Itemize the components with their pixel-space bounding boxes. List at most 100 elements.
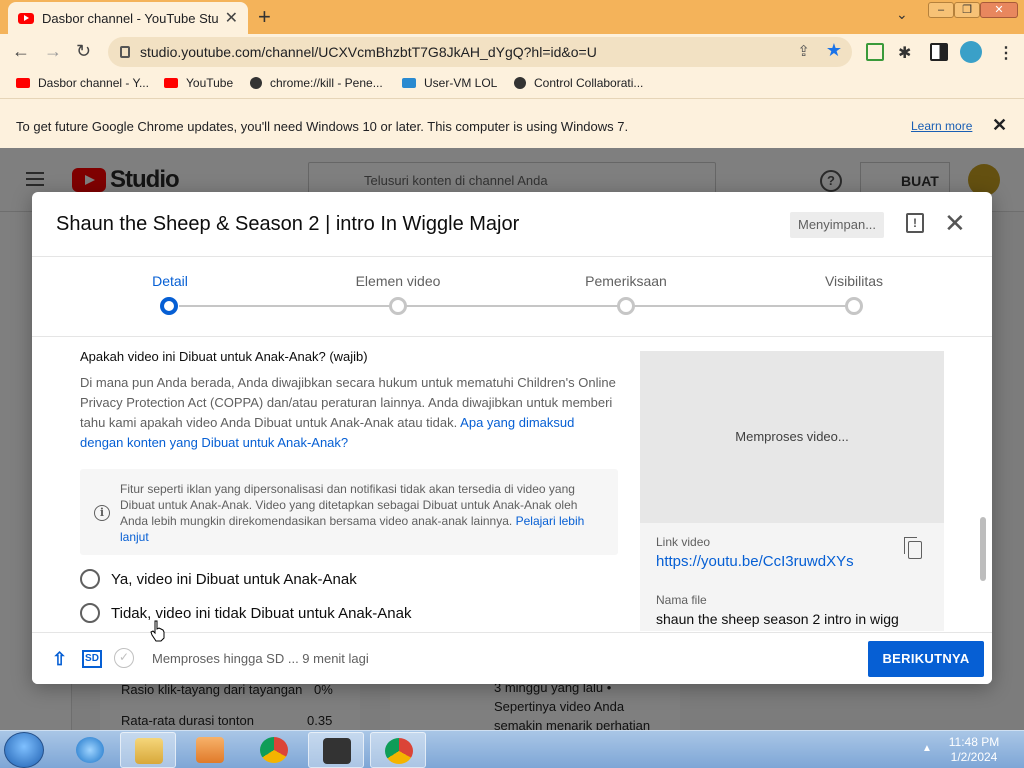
video-preview-panel: Memproses video... Link video https://yo…: [640, 351, 944, 631]
tab-close-icon[interactable]: ✕: [225, 8, 238, 28]
side-panel-icon[interactable]: [930, 43, 948, 61]
chrome-icon: [260, 737, 288, 763]
globe-icon: [514, 77, 526, 89]
infobar-message: To get future Google Chrome updates, you…: [16, 119, 629, 134]
taskbar-ie[interactable]: [62, 732, 118, 768]
radio-made-for-kids-no[interactable]: Tidak, video ini tidak Dibuat untuk Anak…: [80, 603, 411, 623]
tray-expand-icon[interactable]: ▲: [922, 743, 932, 754]
youtube-icon: [16, 78, 30, 88]
update-infobar: To get future Google Chrome updates, you…: [0, 98, 1024, 148]
back-arrow-icon[interactable]: ←: [12, 41, 30, 62]
step-dot-video-elements[interactable]: [389, 297, 407, 315]
filename-label: Nama file: [656, 593, 707, 607]
radio-label: Tidak, video ini tidak Dibuat untuk Anak…: [111, 604, 412, 622]
hand-cursor-icon: [150, 620, 165, 642]
step-detail[interactable]: Detail: [100, 273, 240, 289]
youtube-icon: [18, 12, 34, 24]
forward-arrow-icon[interactable]: →: [44, 41, 62, 62]
system-clock[interactable]: 11:48 PM 1/2/2024: [944, 735, 1004, 765]
learn-more-link[interactable]: Learn more: [911, 119, 972, 133]
bookmark-item[interactable]: YouTube: [164, 76, 233, 90]
taskbar-media[interactable]: [182, 732, 238, 768]
feedback-icon[interactable]: !: [906, 213, 924, 233]
tab-title: Dasbor channel - YouTube Studio: [42, 10, 219, 26]
step-dot-checks[interactable]: [617, 297, 635, 315]
tab-search-chevron-icon[interactable]: ⌄: [896, 6, 908, 23]
bookmark-item[interactable]: Control Collaborati...: [514, 76, 643, 90]
profile-avatar[interactable]: [960, 41, 982, 63]
minimize-button[interactable]: –: [928, 2, 954, 18]
radio-label: Ya, video ini Dibuat untuk Anak-Anak: [111, 570, 357, 588]
info-body: Fitur seperti iklan yang dipersonalisasi…: [120, 482, 578, 528]
media-player-icon: [196, 737, 224, 763]
start-button[interactable]: [4, 732, 44, 768]
new-tab-button[interactable]: +: [258, 4, 271, 30]
extensions-puzzle-icon[interactable]: ✱: [898, 43, 916, 62]
next-button[interactable]: BERIKUTNYA: [868, 641, 984, 677]
processing-progress-text: Memproses hingga SD ... 9 menit lagi: [152, 651, 369, 666]
bookmark-label: YouTube: [186, 76, 234, 90]
share-icon[interactable]: ⇪: [797, 42, 810, 60]
taskbar-chrome-window[interactable]: [370, 732, 426, 768]
stepper-line: [179, 305, 854, 307]
upload-details-dialog: Shaun the Sheep & Season 2 | intro In Wi…: [32, 192, 992, 684]
chrome-menu-icon[interactable]: ⋮: [998, 43, 1016, 62]
radio-made-for-kids-yes[interactable]: Ya, video ini Dibuat untuk Anak-Anak: [80, 569, 357, 589]
reload-icon[interactable]: ↻: [76, 41, 91, 62]
bookmark-label: chrome://kill - Pene...: [270, 76, 383, 90]
taskbar-explorer[interactable]: [120, 732, 176, 768]
info-box: i Fitur seperti iklan yang dipersonalisa…: [80, 469, 618, 555]
dialog-close-icon[interactable]: ✕: [944, 208, 966, 239]
step-video-elements[interactable]: Elemen video: [328, 273, 468, 289]
taskbar-movie-maker[interactable]: [308, 732, 364, 768]
extension-icon[interactable]: [866, 43, 884, 61]
audience-question: Apakah video ini Dibuat untuk Anak-Anak?…: [80, 349, 368, 364]
filename-value: shaun the sheep season 2 intro in wigg: [656, 611, 899, 627]
step-checks[interactable]: Pemeriksaan: [556, 273, 696, 289]
content-scrollbar[interactable]: [980, 517, 986, 581]
clock-date: 1/2/2024: [950, 750, 998, 764]
windows-taskbar: ▲ 11:48 PM 1/2/2024: [0, 730, 1024, 768]
bookmark-label: User-VM LOL: [424, 76, 498, 90]
maximize-button[interactable]: ❐: [954, 2, 980, 18]
copy-icon[interactable]: [904, 537, 922, 559]
radio-button[interactable]: [80, 603, 100, 623]
browser-tab-bar: Dasbor channel - YouTube Studio ✕ + ⌄ – …: [0, 0, 1024, 34]
window-close-button[interactable]: ✕: [980, 2, 1018, 18]
bookmark-item[interactable]: User-VM LOL: [402, 76, 497, 90]
bookmark-label: Control Collaborati...: [534, 76, 644, 90]
video-link[interactable]: https://youtu.be/CcI3ruwdXYs: [656, 553, 854, 570]
bookmark-item[interactable]: chrome://kill - Pene...: [250, 76, 383, 90]
info-text: Fitur seperti iklan yang dipersonalisasi…: [120, 481, 600, 545]
bookmark-label: Dasbor channel - Y...: [38, 76, 149, 90]
info-icon: i: [94, 505, 110, 521]
globe-icon: [250, 77, 262, 89]
monitor-icon: [402, 78, 416, 88]
check-circle-icon: ✓: [114, 648, 134, 668]
dialog-title: Shaun the Sheep & Season 2 | intro In Wi…: [56, 213, 520, 235]
dialog-content: Apakah video ini Dibuat untuk Anak-Anak?…: [32, 337, 992, 631]
processing-status: Memproses video...: [735, 429, 849, 444]
video-link-label: Link video: [656, 535, 711, 549]
film-icon: [323, 738, 351, 764]
step-dot-visibility[interactable]: [845, 297, 863, 315]
browser-tab-active[interactable]: Dasbor channel - YouTube Studio ✕: [8, 2, 248, 34]
audience-description: Di mana pun Anda berada, Anda diwajibkan…: [80, 373, 620, 453]
browser-toolbar: ← → ↻ studio.youtube.com/channel/UCXVcmB…: [0, 34, 1024, 70]
step-visibility[interactable]: Visibilitas: [784, 273, 924, 289]
address-bar[interactable]: studio.youtube.com/channel/UCXVcmBhzbtT7…: [108, 37, 852, 67]
saving-status-badge: Menyimpan...: [790, 212, 885, 238]
upload-stepper: Detail Elemen video Pemeriksaan Visibili…: [32, 257, 992, 337]
step-dot-detail[interactable]: [160, 297, 178, 315]
internet-explorer-icon: [76, 737, 104, 763]
radio-button[interactable]: [80, 569, 100, 589]
sd-quality-icon: SD: [82, 650, 102, 668]
bookmark-item[interactable]: Dasbor channel - Y...: [16, 76, 149, 90]
clock-time: 11:48 PM: [948, 735, 1000, 749]
bookmark-star-icon[interactable]: ★: [826, 40, 842, 61]
taskbar-chrome[interactable]: [246, 732, 302, 768]
infobar-close-icon[interactable]: ✕: [992, 115, 1007, 136]
lock-icon: [120, 46, 130, 58]
dialog-footer: ⇧ SD ✓ Memproses hingga SD ... 9 menit l…: [32, 632, 992, 684]
youtube-icon: [164, 78, 178, 88]
